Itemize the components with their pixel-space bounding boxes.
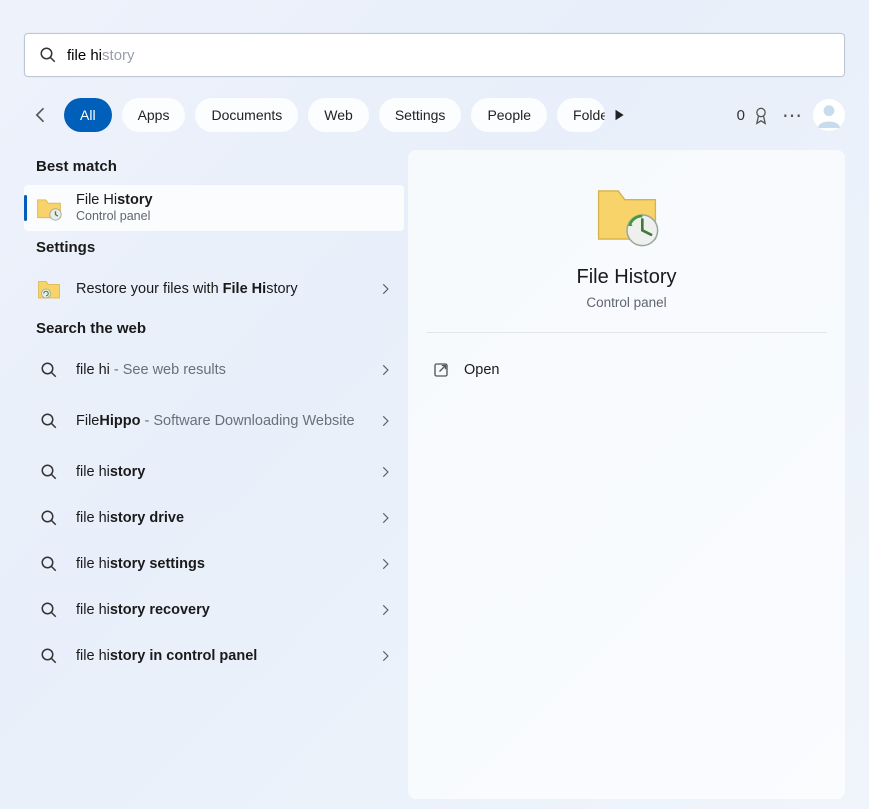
more-tabs-button[interactable] (605, 98, 633, 132)
filter-tab-row: All Apps Documents Web Settings People Folders… (24, 95, 845, 135)
medal-icon (751, 105, 771, 125)
points-value: 0 (737, 107, 745, 124)
tab-folders[interactable]: Folders (557, 98, 605, 132)
search-icon (36, 643, 62, 669)
open-icon (432, 361, 450, 379)
web-result[interactable]: file history settings (24, 541, 404, 587)
best-match-result[interactable]: File History Control panel (24, 185, 404, 231)
filter-tabs: All Apps Documents Web Settings People Folders (64, 98, 605, 132)
search-icon (36, 597, 62, 623)
web-result[interactable]: file history in control panel (24, 633, 404, 679)
search-bar[interactable]: file history (24, 33, 845, 77)
search-typed-text: file hi (67, 47, 102, 64)
chevron-right-icon (378, 511, 392, 525)
web-results-list: file hi - See web resultsFileHippo - Sof… (24, 347, 404, 679)
options-button[interactable]: ⋯ (777, 103, 807, 128)
tab-all[interactable]: All (64, 98, 112, 132)
chevron-right-icon (378, 557, 392, 571)
web-result[interactable]: FileHippo - Software Downloading Website (24, 393, 404, 449)
tab-web[interactable]: Web (308, 98, 369, 132)
search-input[interactable]: file history (67, 47, 830, 64)
detail-title: File History (576, 266, 676, 289)
tab-documents[interactable]: Documents (195, 98, 298, 132)
search-icon (36, 408, 62, 434)
tab-people[interactable]: People (471, 98, 547, 132)
best-match-heading: Best match (36, 158, 392, 175)
rewards-points[interactable]: 0 (737, 105, 771, 125)
chevron-right-icon (378, 649, 392, 663)
chevron-right-icon (378, 363, 392, 377)
search-icon (36, 459, 62, 485)
detail-panel: File History Control panel Open (408, 150, 845, 799)
web-heading: Search the web (36, 320, 392, 337)
back-button[interactable] (24, 98, 58, 132)
web-result[interactable]: file history recovery (24, 587, 404, 633)
detail-subtitle: Control panel (586, 295, 666, 310)
settings-heading: Settings (36, 239, 392, 256)
results-column: Best match File History Control panel Se… (24, 150, 404, 799)
search-icon (39, 46, 57, 64)
chevron-right-icon (378, 603, 392, 617)
detail-hero: File History Control panel (426, 180, 827, 333)
open-label: Open (464, 362, 499, 378)
web-result[interactable]: file history drive (24, 495, 404, 541)
search-icon (36, 505, 62, 531)
user-avatar[interactable] (813, 99, 845, 131)
tab-settings[interactable]: Settings (379, 98, 462, 132)
web-result[interactable]: file hi - See web results (24, 347, 404, 393)
web-result[interactable]: file history (24, 449, 404, 495)
search-icon (36, 357, 62, 383)
open-action[interactable]: Open (426, 345, 827, 395)
chevron-right-icon (378, 282, 392, 296)
tab-apps[interactable]: Apps (122, 98, 186, 132)
search-icon (36, 551, 62, 577)
file-history-icon (36, 195, 62, 221)
chevron-right-icon (378, 414, 392, 428)
best-match-text: File History Control panel (76, 191, 392, 225)
restore-files-icon (36, 276, 62, 302)
chevron-right-icon (378, 465, 392, 479)
search-completion-text: story (102, 47, 135, 64)
file-history-large-icon (592, 180, 662, 250)
settings-result-restore[interactable]: Restore your files with File History (24, 266, 404, 312)
